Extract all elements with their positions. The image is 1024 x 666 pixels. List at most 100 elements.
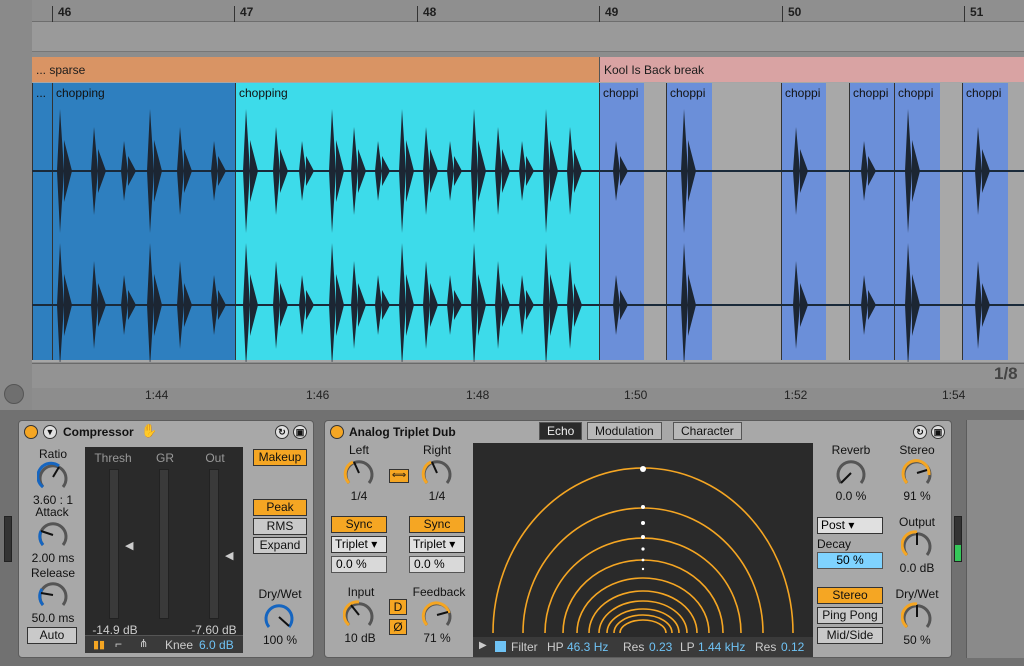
bar-ruler[interactable]: 46 47 48 49 50 51 [32,0,1024,22]
input-label: Input [347,585,375,599]
res1-value[interactable]: 0.23 [649,640,672,654]
attack-label: Attack [35,505,69,519]
makeup-button[interactable]: Makeup [253,449,307,466]
drywet-label: Dry/Wet [895,587,939,601]
time-ruler[interactable]: 1:44 1:46 1:48 1:50 1:52 1:54 1/8 [32,363,1024,402]
reverb-value: 0.0 % [835,489,867,503]
compressor-device: ▼ Compressor ✋ ↻ ▣ Ratio 3.60 : 1 Attack… [18,420,314,658]
hp-value[interactable]: 46.3 Hz [567,640,608,654]
gr-label: GR [156,451,174,465]
arrangement-view: 46 47 48 49 50 51 ... sparse Kool Is Bac… [0,0,1024,410]
release-knob[interactable] [37,579,69,611]
rms-button[interactable]: RMS [253,518,307,535]
lp-value[interactable]: 1.44 kHz [698,640,745,654]
expand-filter-icon[interactable]: ▶ [479,640,487,651]
stereo-mode-button[interactable]: Stereo [817,587,883,604]
res2-value[interactable]: 0.12 [781,640,804,654]
left-sync-button[interactable]: Sync [331,516,387,533]
auto-release-button[interactable]: Auto [27,627,77,644]
time-label: 1:50 [624,388,648,402]
feedback-knob[interactable] [421,599,453,631]
release-label: Release [30,566,76,580]
device-title: Compressor [63,425,134,439]
bar-label: 46 [58,5,72,19]
midside-mode-button[interactable]: Mid/Side [817,627,883,644]
activity-view-icon[interactable]: ⋔ [139,637,148,650]
save-preset-icon[interactable]: ▣ [293,425,307,439]
collapsed-view-icon[interactable]: ▮▮ [93,638,105,651]
transfer-curve-icon[interactable]: ⌐ [115,637,122,651]
hand-icon[interactable]: ✋ [141,423,157,439]
reverb-label: Reverb [831,443,871,457]
link-icon[interactable]: ⟺ [389,469,409,483]
device-title: Analog Triplet Dub [349,425,456,439]
tab-character[interactable]: Character [673,422,742,440]
fold-icon[interactable]: ▼ [43,425,57,439]
res1-label: Res [623,640,645,654]
drywet-knob[interactable] [263,601,295,633]
stereo-knob[interactable] [901,457,933,489]
groove-icon[interactable] [4,384,24,404]
track-header-strip [0,0,32,410]
left-label: Left [348,443,369,457]
pingpong-mode-button[interactable]: Ping Pong [817,607,883,624]
drywet-label: Dry/Wet [258,587,302,601]
loop-brace-area[interactable] [32,22,1024,52]
hot-swap-icon[interactable]: ↻ [913,425,927,439]
echo-tunnel-display[interactable]: ▶ Filter HP 46.3 Hz Res 0.23 LP 1.44 kHz… [473,443,813,657]
invert-phase-button[interactable]: Ø [389,619,407,635]
device-chain: ▼ Compressor ✋ ↻ ▣ Ratio 3.60 : 1 Attack… [0,410,1024,666]
right-mode-select[interactable]: Triplet ▾ [409,536,465,553]
out-meter[interactable] [209,469,219,619]
tab-modulation[interactable]: Modulation [587,422,662,440]
device-header: ▼ Compressor ✋ ↻ ▣ [19,421,313,443]
drywet-value: 50 % [903,633,931,647]
output-knob[interactable] [901,529,933,561]
feedback-label: Feedback [412,585,466,599]
out-arrow-icon[interactable]: ◀ [225,549,233,562]
bar-label: 47 [240,5,254,19]
drywet-knob[interactable] [901,601,933,633]
expand-button[interactable]: Expand [253,537,307,554]
ratio-knob[interactable] [37,461,69,493]
output-level-meter [954,516,962,562]
drywet-value: 100 % [262,633,298,647]
device-drop-area[interactable] [966,420,1024,658]
thresh-meter[interactable] [109,469,119,619]
device-on-icon[interactable] [330,425,344,439]
knee-label: Knee [165,638,194,652]
left-time-knob[interactable] [343,457,375,489]
left-offset-field[interactable]: 0.0 % [331,556,387,573]
feedback-value: 71 % [423,631,451,645]
device-on-icon[interactable] [24,425,38,439]
right-label: Right [422,443,451,457]
save-preset-icon[interactable]: ▣ [931,425,945,439]
bar-label: 50 [788,5,802,19]
right-sync-button[interactable]: Sync [409,516,465,533]
decay-field[interactable]: 50 % [817,552,883,569]
dry-button[interactable]: D [389,599,407,615]
out-label: Out [205,451,225,465]
right-time-value: 1/4 [428,489,446,503]
reverb-position-select[interactable]: Post ▾ [817,517,883,534]
peak-button[interactable]: Peak [253,499,307,516]
hot-swap-icon[interactable]: ↻ [275,425,289,439]
filter-toggle[interactable] [495,641,506,652]
input-knob[interactable] [343,599,375,631]
audio-track-lane[interactable]: ... sparse Kool Is Back break ... choppi… [32,57,1024,362]
filter-label: Filter [511,640,538,654]
grid-zoom-label[interactable]: 1/8 [994,364,1018,384]
reverb-knob[interactable] [835,457,867,489]
waveform-display [32,109,1024,362]
bar-label: 49 [605,5,619,19]
left-mode-select[interactable]: Triplet ▾ [331,536,387,553]
thresh-arrow-icon[interactable]: ◀ [125,539,133,552]
tab-echo[interactable]: Echo [539,422,583,440]
right-offset-field[interactable]: 0.0 % [409,556,465,573]
attack-knob[interactable] [37,519,69,551]
lp-label: LP [680,640,695,654]
time-label: 1:46 [306,388,330,402]
knee-value[interactable]: 6.0 dB [199,638,234,652]
right-time-knob[interactable] [421,457,453,489]
hp-label: HP [547,640,564,654]
